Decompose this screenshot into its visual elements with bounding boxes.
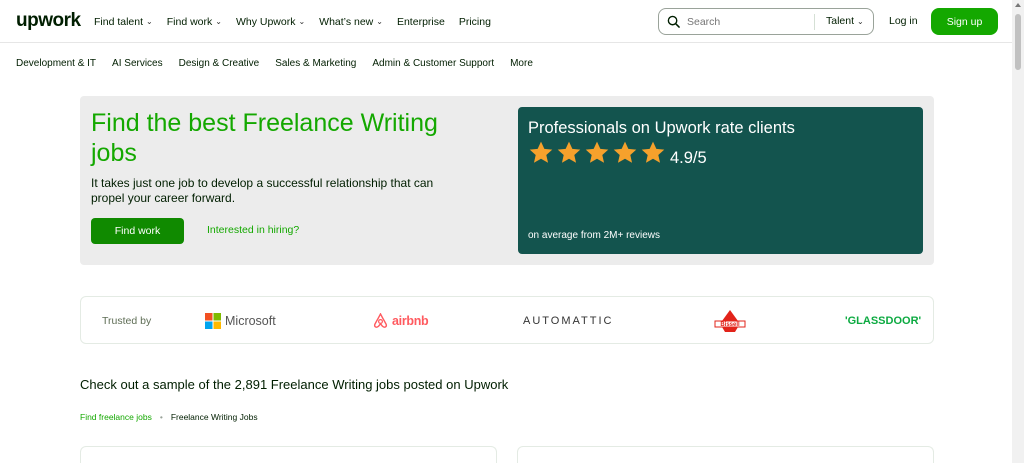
job-card[interactable]	[517, 446, 934, 463]
page-title: Find the best Freelance Writing jobs	[91, 109, 438, 167]
job-card[interactable]	[80, 446, 497, 463]
rating-score: 4.9/5	[670, 149, 707, 167]
hero-subtitle: It takes just one job to develop a succe…	[91, 176, 434, 205]
chevron-down-icon: ⌄	[215, 17, 222, 26]
interested-in-hiring-link[interactable]: Interested in hiring?	[207, 224, 299, 236]
client-rating-card: Professionals on Upwork rate clients 4.9…	[518, 107, 923, 254]
chevron-down-icon: ⌄	[376, 17, 383, 26]
search-category-label: Talent	[826, 15, 855, 27]
microsoft-icon	[205, 313, 221, 329]
trusted-by-label: Trusted by	[102, 315, 152, 327]
nav-enterprise[interactable]: Enterprise	[397, 16, 445, 28]
glassdoor-logo: 'GLASSDOOR'	[845, 309, 921, 333]
search-icon[interactable]	[659, 15, 687, 28]
nav-why-upwork[interactable]: Why Upwork ⌄	[236, 16, 305, 28]
category-bar: Development & IT AI Services Design & Cr…	[16, 58, 533, 69]
find-work-button[interactable]: Find work	[91, 218, 184, 244]
nav-item-label: Why Upwork	[235, 15, 296, 28]
signup-button[interactable]: Sign up	[931, 8, 998, 35]
microsoft-wordmark: Microsoft	[225, 314, 276, 328]
star-icon	[585, 141, 609, 163]
automattic-wordmark: AUTOMATTIC	[523, 315, 614, 327]
sample-jobs-heading: Check out a sample of the 2,891 Freelanc…	[80, 377, 509, 392]
category-design-creative[interactable]: Design & Creative	[179, 58, 260, 69]
category-development-it[interactable]: Development & IT	[16, 58, 96, 69]
upwork-logo[interactable]: upwork	[16, 10, 81, 32]
category-ai-services[interactable]: AI Services	[112, 58, 163, 69]
search-divider	[814, 14, 815, 30]
hero-section: Find the best Freelance Writing jobs It …	[80, 96, 934, 265]
star-icon	[529, 141, 553, 163]
trusted-by-strip: Trusted by Microsoft airbnb AUTOMATTIC B…	[80, 296, 934, 344]
scroll-thumb[interactable]	[1015, 14, 1021, 70]
search-input[interactable]	[687, 15, 807, 28]
breadcrumb: Find freelance jobs • Freelance Writing …	[80, 412, 258, 422]
microsoft-logo: Microsoft	[205, 309, 276, 333]
chevron-down-icon: ⌄	[146, 17, 153, 26]
nav-whats-new[interactable]: What’s new ⌄	[319, 16, 383, 28]
rating-footnote: on average from 2M+ reviews	[528, 230, 661, 241]
nav-item-label: Enterprise	[396, 15, 445, 28]
nav-find-talent[interactable]: Find talent ⌄	[94, 16, 153, 28]
category-more[interactable]: More	[510, 58, 533, 69]
glassdoor-wordmark: 'GLASSDOOR'	[845, 315, 922, 327]
airbnb-wordmark: airbnb	[392, 314, 429, 328]
airbnb-logo: airbnb	[373, 309, 429, 333]
bissell-logo: Bissell	[713, 309, 747, 333]
nav-find-work[interactable]: Find work ⌄	[167, 16, 222, 28]
scroll-up-arrow-icon[interactable]	[1015, 3, 1021, 7]
category-admin-support[interactable]: Admin & Customer Support	[372, 58, 494, 69]
search-bar: Talent ⌄	[658, 8, 874, 35]
login-link[interactable]: Log in	[889, 15, 918, 27]
rating-title: Professionals on Upwork rate clients	[528, 119, 795, 137]
star-icon	[557, 141, 581, 163]
top-navigation: upwork Find talent ⌄ Find work ⌄ Why Upw…	[0, 0, 1012, 43]
breadcrumb-current: Freelance Writing Jobs	[170, 412, 258, 422]
category-sales-marketing[interactable]: Sales & Marketing	[275, 58, 356, 69]
breadcrumb-separator-icon: •	[159, 412, 163, 422]
star-icon	[613, 141, 637, 163]
rating-stars	[528, 140, 666, 166]
nav-item-label: Find talent	[94, 15, 144, 28]
airbnb-icon	[373, 313, 388, 328]
breadcrumb-link-find-freelance-jobs[interactable]: Find freelance jobs	[80, 412, 152, 422]
nav-item-label: What’s new	[319, 15, 374, 28]
automattic-logo: AUTOMATTIC	[523, 309, 613, 333]
search-category-dropdown[interactable]: Talent ⌄	[826, 15, 864, 27]
nav-pricing[interactable]: Pricing	[459, 16, 491, 28]
page-scrollbar[interactable]	[1012, 0, 1024, 463]
nav-item-label: Find work	[166, 15, 213, 28]
chevron-down-icon: ⌄	[298, 17, 306, 26]
nav-item-label: Pricing	[458, 15, 491, 28]
star-icon	[641, 141, 665, 163]
chevron-down-icon: ⌄	[857, 16, 864, 26]
main-nav: Find talent ⌄ Find work ⌄ Why Upwork ⌄ W…	[94, 0, 491, 43]
bissell-icon: Bissell	[714, 310, 746, 332]
